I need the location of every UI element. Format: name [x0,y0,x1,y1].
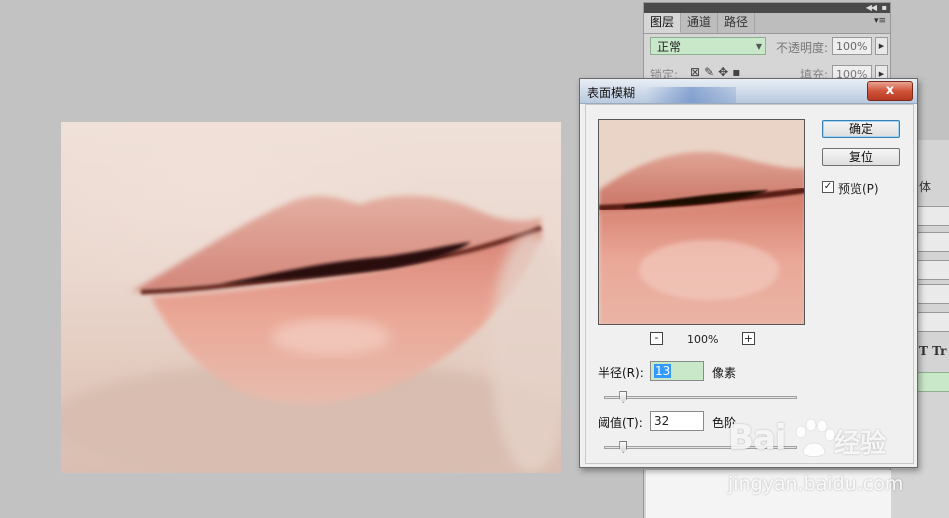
radius-input[interactable]: 13 [650,361,704,381]
side-panel-field[interactable] [917,284,949,304]
opacity-input[interactable]: 100% [832,37,872,55]
tab-paths[interactable]: 路径 [718,13,756,33]
lock-icons: ⊠✎✥▪ [690,65,744,79]
side-panel-field[interactable] [917,260,949,280]
side-panel-field[interactable] [917,232,949,252]
radius-value: 13 [654,364,672,378]
chevron-down-icon: ▼ [755,42,762,51]
radius-label: 半径(R): [598,366,644,380]
lock-move-icon[interactable]: ✥ [718,65,732,79]
preview-lips-illustration [599,120,804,324]
threshold-slider-thumb[interactable] [619,441,628,453]
side-panel-text: T Tr [919,344,947,358]
radius-slider-thumb[interactable] [619,391,628,403]
opacity-label: 不透明度: [776,41,829,55]
side-panel-text: 体 [919,180,932,194]
opacity-arrow-button[interactable]: ▶ [875,37,888,55]
panel-close-icon[interactable]: ▪ [882,3,887,13]
tab-channels[interactable]: 通道 [681,13,719,33]
plus-icon: + [743,332,754,345]
layers-tab-row: 图层 通道 路径 ▾≡ [644,13,890,34]
lock-transparency-icon[interactable]: ⊠ [690,65,704,79]
threshold-unit: 色阶 [712,416,737,430]
bottom-panel-area [646,470,891,518]
checkmark-icon: ✓ [823,181,833,192]
reset-button[interactable]: 复位 [822,148,900,166]
preview-image[interactable] [598,119,805,325]
zoom-level: 100% [687,333,719,346]
close-button[interactable]: x [867,81,913,101]
dialog-body: - 100% + 确定 复位 ✓ 预览(P) 半径(R): 13 像素 阈值(T… [585,104,914,464]
radius-slider-track[interactable] [604,396,797,399]
threshold-value: 32 [654,414,670,428]
panel-menu-icon[interactable]: ▾≡ [874,16,886,26]
side-panel-field[interactable] [917,206,949,226]
side-panel-color-field[interactable] [917,372,949,392]
lock-all-icon[interactable]: ▪ [732,65,744,79]
dialog-titlebar[interactable]: 表面模糊 x [580,79,917,104]
layers-panel: ◀◀ ▪ 图层 通道 路径 ▾≡ 正常 ▼ 不透明度: 100% ▶ 锁定: ⊠… [643,2,891,87]
canvas-image [61,122,561,473]
zoom-out-button[interactable]: - [650,332,663,345]
titlebar-glow [646,87,736,103]
lips-illustration [61,195,561,473]
threshold-input[interactable]: 32 [650,411,704,431]
threshold-slider-track[interactable] [604,446,797,449]
zoom-in-button[interactable]: + [742,332,755,345]
preview-checkbox-label: 预览(P) [838,182,879,196]
bottom-strip [643,470,891,518]
dialog-title: 表面模糊 [587,86,636,100]
threshold-label: 阈值(T): [598,416,643,430]
ok-button[interactable]: 确定 [822,120,900,138]
preview-checkbox[interactable]: ✓ [822,181,834,193]
side-panel-field[interactable] [917,312,949,332]
lock-brush-icon[interactable]: ✎ [704,65,718,79]
surface-blur-dialog: 表面模糊 x - 100% + 确定 复位 ✓ 预览(P) 半径(R): 13 … [579,78,918,468]
blend-row: 正常 ▼ 不透明度: 100% ▶ [650,37,888,57]
blend-mode-select[interactable]: 正常 ▼ [650,37,766,55]
blend-mode-value: 正常 [657,40,682,54]
radius-unit: 像素 [712,366,737,380]
collapse-panel-icon[interactable]: ◀◀ [866,3,877,13]
tab-layers[interactable]: 图层 [644,13,682,33]
panel-topbar: ◀◀ ▪ [644,3,890,13]
close-icon: x [885,83,895,98]
minus-icon: - [654,331,659,344]
